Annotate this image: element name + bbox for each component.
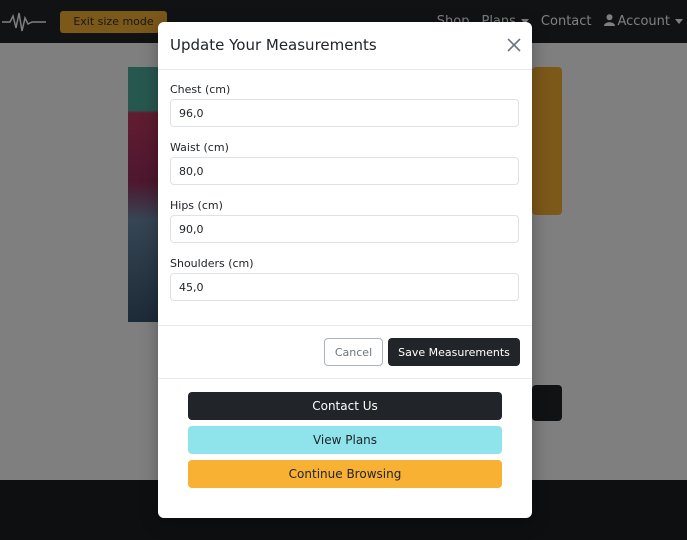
measurements-modal: Update Your Measurements Chest (cm) Wais… [158, 22, 532, 518]
waist-input[interactable] [170, 157, 519, 185]
modal-header: Update Your Measurements [158, 22, 532, 70]
continue-browsing-button[interactable]: Continue Browsing [188, 460, 502, 488]
chest-label: Chest (cm) [170, 83, 231, 96]
close-icon[interactable] [506, 37, 522, 53]
hips-label: Hips (cm) [170, 199, 223, 212]
chest-input[interactable] [170, 99, 519, 127]
modal-footer: Cancel Save Measurements [158, 325, 532, 379]
shoulders-input[interactable] [170, 273, 519, 301]
cancel-button[interactable]: Cancel [324, 338, 383, 366]
view-plans-button[interactable]: View Plans [188, 426, 502, 454]
waist-label: Waist (cm) [170, 141, 229, 154]
save-measurements-button[interactable]: Save Measurements [388, 338, 520, 366]
shoulders-label: Shoulders (cm) [170, 257, 254, 270]
modal-title: Update Your Measurements [170, 36, 377, 54]
contact-us-button[interactable]: Contact Us [188, 392, 502, 420]
hips-input[interactable] [170, 215, 519, 243]
